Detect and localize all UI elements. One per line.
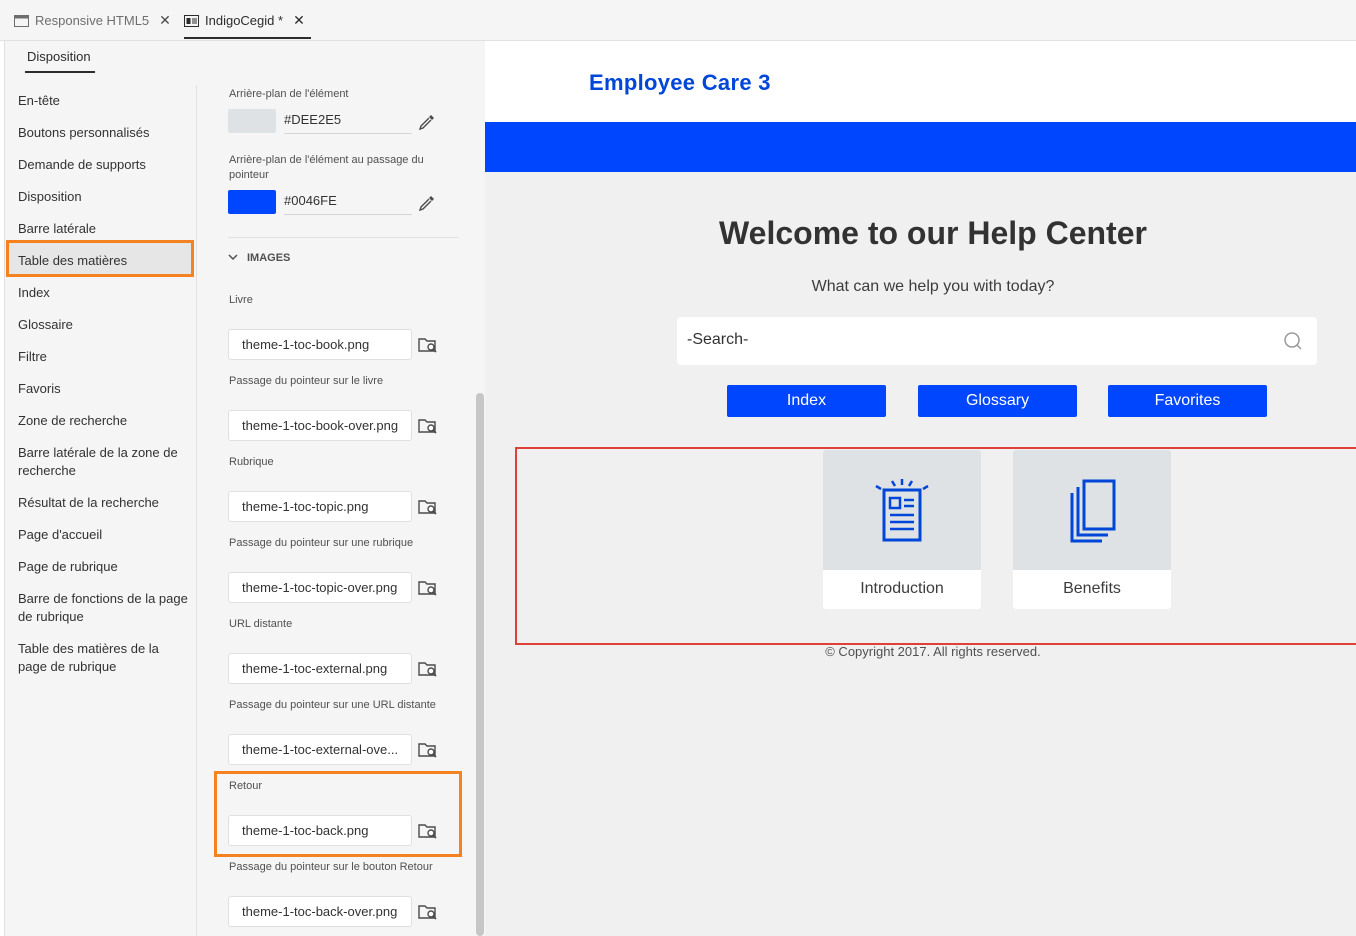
active-tab-indicator bbox=[25, 71, 95, 73]
document-list-icon bbox=[875, 479, 929, 542]
tab-responsive-html5[interactable]: Responsive HTML5 ✕ bbox=[14, 0, 171, 41]
tile-image-area bbox=[823, 450, 981, 570]
close-tab-icon[interactable]: ✕ bbox=[293, 12, 305, 29]
window-icon bbox=[14, 14, 29, 27]
index-button[interactable]: Index bbox=[727, 385, 886, 417]
browse-image-icon[interactable] bbox=[418, 741, 438, 759]
image-label: Passage du pointeur sur une rubrique bbox=[229, 537, 414, 549]
tile-label: Introduction bbox=[860, 580, 944, 597]
images-header-label: IMAGES bbox=[247, 252, 291, 264]
sidebar-item-demande-de-supports[interactable]: Demande de supports bbox=[18, 156, 190, 174]
tile-label: Benefits bbox=[1063, 580, 1121, 597]
hover-hex-field[interactable]: #0046FE bbox=[284, 189, 412, 215]
sidebar-item-barre-de-fonctions[interactable]: Barre de fonctions de la page de rubriqu… bbox=[18, 590, 190, 626]
sidebar-item-table-des-matieres[interactable]: Table des matières bbox=[18, 252, 190, 270]
browse-image-icon[interactable] bbox=[418, 579, 438, 597]
image-file-field[interactable]: theme-1-toc-book-over.png bbox=[228, 410, 412, 441]
sidebar-item-page-de-rubrique[interactable]: Page de rubrique bbox=[18, 558, 190, 576]
site-title[interactable]: Employee Care 3 bbox=[589, 70, 771, 96]
sidebar-item-glossaire[interactable]: Glossaire bbox=[18, 316, 190, 334]
eyedropper-icon[interactable] bbox=[418, 194, 436, 212]
tab-label: IndigoCegid * bbox=[205, 13, 284, 28]
image-label: Rubrique bbox=[229, 456, 274, 468]
image-label: Passage du pointeur sur une URL distante bbox=[229, 699, 436, 711]
document-tab-bar: Responsive HTML5 ✕ IndigoCegid * ✕ bbox=[0, 0, 1356, 41]
image-label: Passage du pointeur sur le livre bbox=[229, 375, 384, 387]
browse-image-icon[interactable] bbox=[418, 417, 438, 435]
glossary-button[interactable]: Glossary bbox=[918, 385, 1077, 417]
sidebar-item-disposition[interactable]: Disposition bbox=[18, 188, 190, 206]
stacked-pages-icon bbox=[1070, 479, 1116, 543]
tab-label: Responsive HTML5 bbox=[35, 13, 150, 28]
divider bbox=[196, 85, 197, 936]
sidebar-item-filtre[interactable]: Filtre bbox=[18, 348, 190, 366]
retour-highlight-box bbox=[214, 771, 462, 857]
preview-header: Employee Care 3 bbox=[485, 41, 1356, 122]
sidebar-item-resultat-recherche[interactable]: Résultat de la recherche bbox=[18, 494, 190, 512]
eyedropper-icon[interactable] bbox=[418, 113, 436, 131]
browse-image-icon[interactable] bbox=[418, 660, 438, 678]
properties-scrollbar[interactable] bbox=[476, 393, 484, 936]
image-file-field[interactable]: theme-1-toc-topic.png bbox=[228, 491, 412, 522]
tile-image-area bbox=[1013, 450, 1171, 570]
image-file-field[interactable]: theme-1-toc-topic-over.png bbox=[228, 572, 412, 603]
image-file-field[interactable]: theme-1-toc-book.png bbox=[228, 329, 412, 360]
toc-tile-introduction[interactable]: Introduction bbox=[823, 450, 981, 609]
skin-icon bbox=[184, 14, 199, 27]
copyright-footer: © Copyright 2017. All rights reserved. bbox=[825, 644, 1041, 659]
sidebar-item-zone-de-recherche[interactable]: Zone de recherche bbox=[18, 412, 190, 430]
sidebar-item-barre-laterale-recherche[interactable]: Barre latérale de la zone de recherche bbox=[18, 444, 190, 480]
search-icon[interactable] bbox=[1283, 331, 1303, 351]
image-label: Passage du pointeur sur le bouton Retour bbox=[229, 861, 433, 873]
image-file-field[interactable]: theme-1-toc-external.png bbox=[228, 653, 412, 684]
sidebar-item-boutons-personnalises[interactable]: Boutons personnalisés bbox=[18, 124, 190, 142]
image-file-field[interactable]: theme-1-toc-back-over.png bbox=[228, 896, 412, 927]
image-file-field[interactable]: theme-1-toc-external-ove... bbox=[228, 734, 412, 765]
browse-image-icon[interactable] bbox=[418, 336, 438, 354]
sidebar-item-barre-laterale[interactable]: Barre latérale bbox=[18, 220, 190, 238]
tab-indigocegid[interactable]: IndigoCegid * ✕ bbox=[184, 0, 305, 41]
search-input[interactable]: -Search- bbox=[677, 317, 1317, 365]
sidebar-item-index[interactable]: Index bbox=[18, 284, 190, 302]
images-section-header[interactable]: IMAGES bbox=[228, 252, 290, 264]
sidebar-item-favoris[interactable]: Favoris bbox=[18, 380, 190, 398]
sidebar-item-page-accueil[interactable]: Page d'accueil bbox=[18, 526, 190, 544]
sidebar-item-toc-page-rubrique[interactable]: Table des matières de la page de rubriqu… bbox=[18, 640, 190, 676]
bg-hex-field[interactable]: #DEE2E5 bbox=[284, 108, 412, 134]
divider bbox=[228, 237, 459, 238]
bg-color-swatch[interactable] bbox=[228, 109, 276, 133]
search-placeholder: -Search- bbox=[687, 331, 749, 348]
welcome-subtitle: What can we help you with today? bbox=[811, 278, 1055, 295]
hover-color-swatch[interactable] bbox=[228, 190, 276, 214]
chevron-down-icon bbox=[228, 252, 238, 264]
browse-image-icon[interactable] bbox=[418, 498, 438, 516]
toc-tile-benefits[interactable]: Benefits bbox=[1013, 450, 1171, 609]
sidebar-item-en-tete[interactable]: En-tête bbox=[18, 92, 190, 110]
image-label: Livre bbox=[229, 294, 253, 306]
bg-label: Arrière-plan de l'élément bbox=[229, 88, 349, 100]
tab-disposition[interactable]: Disposition bbox=[27, 49, 91, 64]
active-tab-indicator bbox=[184, 37, 311, 39]
welcome-heading: Welcome to our Help Center bbox=[719, 215, 1147, 251]
header-band bbox=[485, 122, 1356, 172]
favorites-button[interactable]: Favorites bbox=[1108, 385, 1267, 417]
hover-bg-label: Arrière-plan de l'élément au passage du … bbox=[229, 154, 424, 181]
browse-image-icon[interactable] bbox=[418, 903, 438, 921]
skin-preview: Employee Care 3 Welcome to our Help Cent… bbox=[485, 41, 1356, 936]
close-tab-icon[interactable]: ✕ bbox=[159, 12, 171, 29]
image-label: URL distante bbox=[229, 618, 293, 630]
